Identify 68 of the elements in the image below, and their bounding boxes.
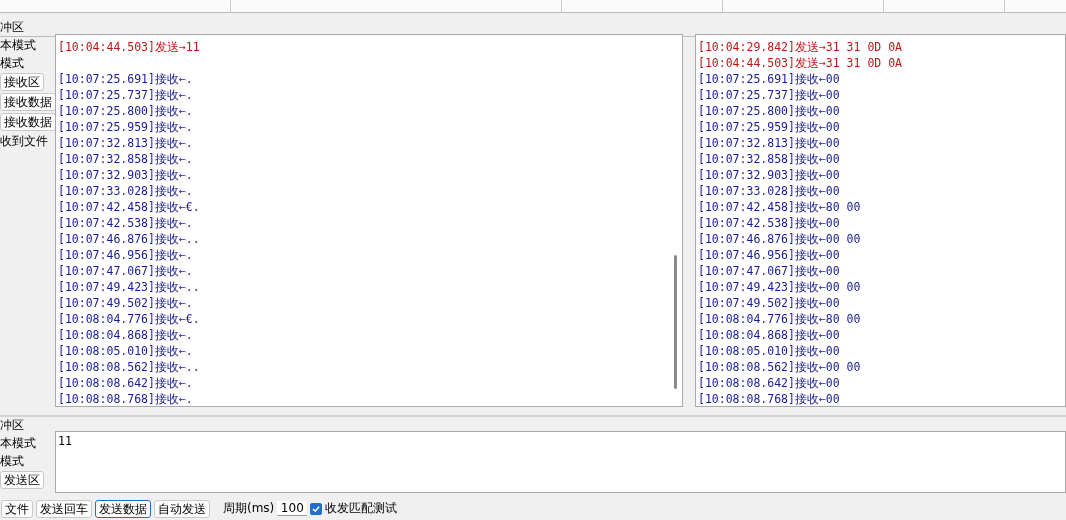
scrollbar-thumb[interactable] — [674, 255, 677, 389]
group-label: 冲区 — [0, 19, 24, 35]
log-line: [10:07:49.423]接收←00 00 — [698, 280, 861, 294]
log-line: [10:07:33.028]接收←. — [58, 184, 193, 198]
log-line: [10:07:49.502]接收←00 — [698, 296, 840, 310]
toolbar-button[interactable]: 发送数据 — [95, 499, 151, 518]
text-log-pane[interactable] — [55, 34, 683, 407]
option-label[interactable]: 收到文件 — [0, 133, 48, 149]
log-line: [10:07:25.800]接收←00 — [698, 104, 840, 118]
toolbar-button[interactable]: 文件 — [1, 499, 33, 518]
period-label: 周期(ms) — [223, 500, 275, 518]
toolbar-button[interactable]: 自动发送 — [154, 499, 210, 518]
log-line: [10:07:25.737]接收←. — [58, 88, 193, 102]
log-line: [10:07:46.876]接收←00 00 — [698, 232, 861, 246]
log-line: [10:04:44.503]发送→31 31 0D 0A — [698, 56, 902, 70]
log-line: [10:07:47.067]接收←00 — [698, 264, 840, 278]
log-line: [10:07:42.538]接收←. — [58, 216, 193, 230]
send-input-field[interactable]: 11 — [55, 431, 1066, 493]
log-line: [10:07:46.956]接收←00 — [698, 248, 840, 262]
log-line: [10:07:32.858]接收←00 — [698, 152, 840, 166]
log-line: [10:04:44.503]发送→11 — [58, 40, 200, 54]
option-label[interactable]: 模式 — [0, 453, 24, 469]
log-line: [10:07:32.858]接收←. — [58, 152, 193, 166]
option-label[interactable]: 本模式 — [0, 37, 36, 53]
log-line: [10:07:46.876]接收←.. — [58, 232, 200, 246]
log-line: [10:07:33.028]接收←00 — [698, 184, 840, 198]
log-line: [10:08:04.868]接收←00 — [698, 328, 840, 342]
log-line: [10:08:08.768]接收←. — [58, 392, 193, 406]
log-line: [10:08:08.642]接收←00 — [698, 376, 840, 390]
log-line: [10:07:25.800]接收←. — [58, 104, 193, 118]
hex-log-pane[interactable] — [695, 34, 1066, 407]
log-line: [10:07:25.691]接收←. — [58, 72, 193, 86]
checkbox[interactable] — [310, 502, 323, 515]
side-button[interactable]: 接收区 — [0, 73, 44, 91]
log-line: [10:07:32.813]接收←. — [58, 136, 193, 150]
log-line: [10:07:49.502]接收←. — [58, 296, 193, 310]
log-line: [10:08:05.010]接收←00 — [698, 344, 840, 358]
log-line: [10:07:42.538]接收←00 — [698, 216, 840, 230]
checkbox-label[interactable]: 收发匹配测试 — [325, 500, 398, 518]
period-input-field[interactable]: 100 — [277, 501, 308, 517]
log-line: [10:07:42.458]接收←€. — [58, 200, 200, 214]
log-line: [10:07:25.737]接收←00 — [698, 88, 840, 102]
log-line: [10:08:08.642]接收←. — [58, 376, 193, 390]
log-line: [10:08:08.562]接收←.. — [58, 360, 200, 374]
log-line: [10:08:04.776]接收←80 00 — [698, 312, 861, 326]
group-label: 冲区 — [0, 417, 24, 433]
log-line: [10:04:29.842]发送→31 31 0D 0A — [698, 40, 902, 54]
side-button[interactable]: 接收数据 — [0, 93, 56, 111]
log-line: [10:07:32.903]接收←. — [58, 168, 193, 182]
log-line: [10:07:49.423]接收←.. — [58, 280, 200, 294]
log-line: [10:08:08.562]接收←00 00 — [698, 360, 861, 374]
log-line: [10:08:08.768]接收←00 — [698, 392, 840, 406]
side-button[interactable]: 接收数据 — [0, 113, 56, 131]
log-line: [10:08:04.776]接收←€. — [58, 312, 200, 326]
log-line: [10:07:47.067]接收←. — [58, 264, 193, 278]
log-line: [10:08:05.010]接收←. — [58, 344, 193, 358]
log-line: [10:08:04.868]接收←. — [58, 328, 193, 342]
log-line: [10:07:25.959]接收←. — [58, 120, 193, 134]
log-line: [10:07:25.691]接收←00 — [698, 72, 840, 86]
log-line: [10:07:32.903]接收←00 — [698, 168, 840, 182]
log-line: [10:07:46.956]接收←. — [58, 248, 193, 262]
side-button[interactable]: 发送区 — [0, 471, 44, 489]
option-label[interactable]: 本模式 — [0, 435, 36, 451]
log-line: [10:07:25.959]接收←00 — [698, 120, 840, 134]
log-line: [10:07:32.813]接收←00 — [698, 136, 840, 150]
log-line: [10:07:42.458]接收←80 00 — [698, 200, 861, 214]
toolbar-button[interactable]: 发送回车 — [36, 499, 92, 518]
option-label[interactable]: 模式 — [0, 55, 24, 71]
